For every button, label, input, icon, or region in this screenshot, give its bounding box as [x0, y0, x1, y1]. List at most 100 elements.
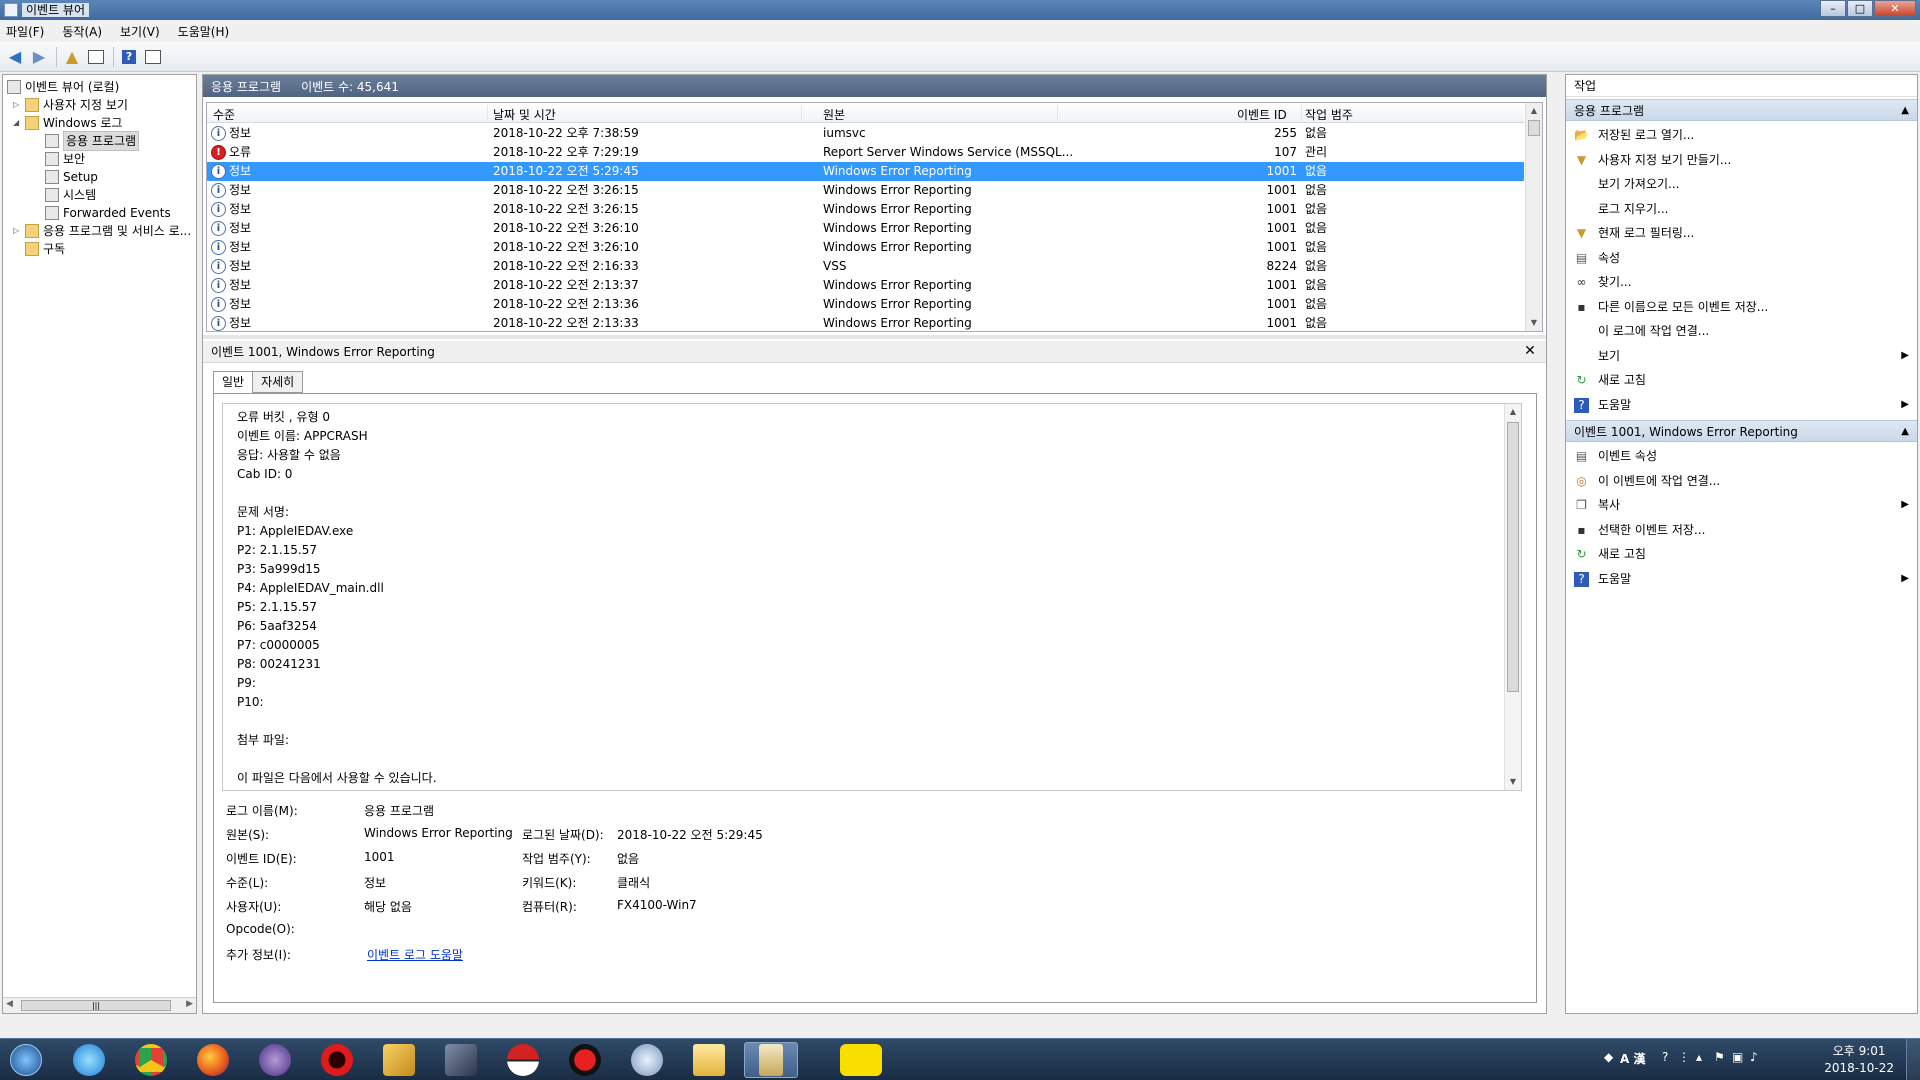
- start-button[interactable]: [0, 1042, 52, 1078]
- table-row[interactable]: i 정보 2018-10-22 오전 2:16:33 VSS 8224 없음: [207, 257, 1524, 276]
- column-datetime[interactable]: 날짜 및 시간: [493, 106, 556, 123]
- table-row[interactable]: i 정보 2018-10-22 오전 3:26:10 Windows Error Re…: [207, 238, 1524, 257]
- pane-splitter[interactable]: [203, 335, 1546, 339]
- taskbar-file-explorer[interactable]: [682, 1042, 736, 1078]
- tray-options-icon[interactable]: ⋮: [1678, 1050, 1690, 1064]
- taskbar-book-app[interactable]: [434, 1042, 488, 1078]
- column-event-id[interactable]: 이벤트 ID: [1237, 106, 1287, 123]
- tree-log-setup[interactable]: Setup: [45, 168, 98, 186]
- action-item[interactable]: ↻ 새로 고침: [1566, 368, 1917, 392]
- action-item[interactable]: ▼ 사용자 지정 보기 만들기...: [1566, 148, 1917, 172]
- table-row[interactable]: i 정보 2018-10-22 오전 2:13:33 Windows Error Re…: [207, 314, 1524, 331]
- taskbar-pokeball-app[interactable]: [496, 1042, 550, 1078]
- tree-scroll-thumb[interactable]: |||: [21, 1000, 171, 1011]
- action-item[interactable]: 이 로그에 작업 연결...: [1566, 319, 1917, 343]
- actions-section-event[interactable]: 이벤트 1001, Windows Error Reporting ▲: [1566, 420, 1917, 442]
- event-log-help-link[interactable]: 이벤트 로그 도움말: [367, 946, 463, 963]
- taskbar-firefox[interactable]: [186, 1042, 240, 1078]
- ime-indicator[interactable]: A 漢: [1620, 1050, 1645, 1067]
- show-hide-action-pane-icon[interactable]: [142, 46, 164, 68]
- close-button[interactable]: ✕: [1874, 0, 1916, 17]
- tree-apps-services[interactable]: ▷ 응용 프로그램 및 서비스 로...: [13, 222, 191, 240]
- column-level[interactable]: 수준: [213, 106, 235, 123]
- taskbar-sticky-app[interactable]: [372, 1042, 426, 1078]
- column-task-category[interactable]: 작업 범주: [1305, 106, 1353, 123]
- event-description-box[interactable]: 오류 버킷 , 유형 0 이벤트 이름: APPCRASH 응답: 사용할 수 없음…: [222, 403, 1522, 791]
- column-divider[interactable]: [801, 105, 802, 121]
- tree-log-application[interactable]: 응용 프로그램: [45, 131, 140, 151]
- column-source[interactable]: 원본: [823, 106, 845, 123]
- scroll-right-icon[interactable]: ▶: [186, 999, 193, 1009]
- tab-general[interactable]: 일반: [213, 371, 254, 394]
- action-item[interactable]: 보기 가져오기...: [1566, 172, 1917, 196]
- event-list-vertical-scrollbar[interactable]: ▲ ▼: [1525, 103, 1542, 331]
- tree-root[interactable]: 이벤트 뷰어 (로컬): [7, 78, 119, 96]
- tree-custom-views[interactable]: ▷ 사용자 지정 보기: [13, 96, 128, 114]
- tab-details[interactable]: 자세히: [252, 371, 304, 393]
- scroll-up-icon[interactable]: ▲: [1505, 404, 1521, 420]
- expand-arrow-icon[interactable]: ▷: [13, 96, 23, 114]
- forward-arrow-icon[interactable]: ▶: [28, 46, 50, 68]
- taskbar-kakaotalk[interactable]: [832, 1042, 890, 1078]
- help-tray-icon[interactable]: ?: [1662, 1050, 1668, 1064]
- column-divider[interactable]: [487, 105, 488, 121]
- taskbar-record-app[interactable]: [558, 1042, 612, 1078]
- action-item[interactable]: ▪ 선택한 이벤트 저장...: [1566, 518, 1917, 542]
- collapse-arrow-icon[interactable]: ▲: [1901, 421, 1909, 443]
- taskbar-event-viewer[interactable]: [744, 1042, 798, 1078]
- action-item[interactable]: ▤ 속성: [1566, 246, 1917, 270]
- detail-close-icon[interactable]: ✕: [1522, 343, 1538, 359]
- scroll-up-icon[interactable]: ▲: [1526, 103, 1542, 119]
- menu-view[interactable]: 보기(V): [120, 23, 160, 40]
- taskbar-chrome[interactable]: [124, 1042, 178, 1078]
- action-center-flag-icon[interactable]: ⚑: [1714, 1050, 1725, 1064]
- taskbar-plant-app[interactable]: [620, 1042, 674, 1078]
- window-titlebar[interactable]: 이벤트 뷰어 – □ ✕: [0, 0, 1920, 20]
- action-item[interactable]: ❐ 복사 ▶: [1566, 493, 1917, 517]
- tree-log-security[interactable]: 보안: [45, 150, 85, 168]
- show-hidden-icons-arrow-icon[interactable]: ▴: [1696, 1050, 1702, 1064]
- table-row[interactable]: i 정보 2018-10-22 오전 5:29:45 Windows Error Re…: [207, 162, 1524, 181]
- action-item[interactable]: ? 도움말 ▶: [1566, 567, 1917, 591]
- menu-action[interactable]: 동작(A): [62, 23, 102, 40]
- tree-horizontal-scrollbar[interactable]: ◀ ||| ▶: [3, 997, 196, 1013]
- minimize-button[interactable]: –: [1820, 0, 1846, 17]
- action-item[interactable]: ↻ 새로 고침: [1566, 542, 1917, 566]
- tree-subscriptions[interactable]: 구독: [25, 240, 65, 258]
- menu-file[interactable]: 파일(F): [6, 23, 44, 40]
- column-divider[interactable]: [1301, 105, 1302, 121]
- tree-log-system[interactable]: 시스템: [45, 186, 96, 204]
- description-scroll-thumb[interactable]: [1507, 422, 1519, 692]
- scroll-down-icon[interactable]: ▼: [1526, 315, 1542, 331]
- show-hide-console-tree-icon[interactable]: [85, 46, 107, 68]
- event-list-scroll-thumb[interactable]: [1528, 120, 1540, 136]
- tree-log-forwarded-events[interactable]: Forwarded Events: [45, 204, 171, 222]
- action-item[interactable]: 보기 ▶: [1566, 344, 1917, 368]
- table-row[interactable]: i 정보 2018-10-22 오후 7:38:59 iumsvc 255 없음: [207, 124, 1524, 143]
- action-item[interactable]: ▤ 이벤트 속성: [1566, 444, 1917, 468]
- table-row[interactable]: ! 오류 2018-10-22 오후 7:29:19 Report Server Wi…: [207, 143, 1524, 162]
- show-desktop-button[interactable]: [1906, 1039, 1920, 1080]
- shield-icon[interactable]: ◆: [1604, 1050, 1613, 1064]
- action-item[interactable]: ◎ 이 이벤트에 작업 연결...: [1566, 469, 1917, 493]
- volume-icon[interactable]: ♪: [1750, 1050, 1758, 1064]
- actions-section-application[interactable]: 응용 프로그램 ▲: [1566, 99, 1917, 121]
- scroll-left-icon[interactable]: ◀: [6, 999, 13, 1009]
- expand-arrow-icon[interactable]: ▷: [13, 222, 23, 240]
- column-divider[interactable]: [1057, 105, 1058, 121]
- menu-help[interactable]: 도움말(H): [178, 23, 230, 40]
- description-vertical-scrollbar[interactable]: ▲ ▼: [1504, 404, 1521, 790]
- tree-windows-logs[interactable]: ◢ Windows 로그: [13, 114, 122, 132]
- scroll-down-icon[interactable]: ▼: [1505, 774, 1521, 790]
- table-row[interactable]: i 정보 2018-10-22 오전 3:26:15 Windows Error Re…: [207, 181, 1524, 200]
- action-item[interactable]: 로그 지우기...: [1566, 197, 1917, 221]
- up-folder-icon[interactable]: ▲: [61, 46, 83, 68]
- taskbar-internet-explorer[interactable]: [62, 1042, 116, 1078]
- help-icon[interactable]: ?: [118, 46, 140, 68]
- action-item[interactable]: ∞ 찾기...: [1566, 270, 1917, 294]
- action-item[interactable]: ▼ 현재 로그 필터링...: [1566, 221, 1917, 245]
- table-row[interactable]: i 정보 2018-10-22 오전 3:26:10 Windows Error Re…: [207, 219, 1524, 238]
- collapse-arrow-icon[interactable]: ▲: [1901, 100, 1909, 122]
- taskbar-app-s[interactable]: [248, 1042, 302, 1078]
- collapse-arrow-icon[interactable]: ◢: [13, 114, 23, 132]
